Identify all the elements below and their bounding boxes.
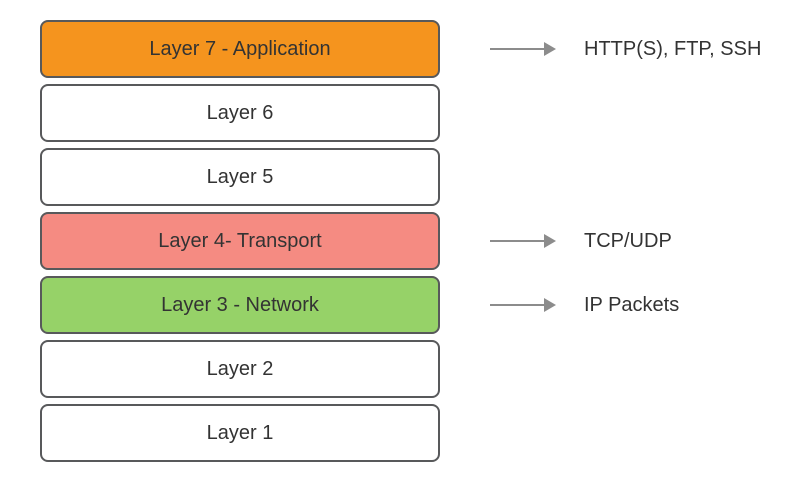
layer-7-application: Layer 7 - Application [40,20,440,78]
arrow-line [490,48,544,50]
annotation-label: HTTP(S), FTP, SSH [584,38,761,61]
arrow-icon [490,234,556,248]
annotation-layer-3: IP Packets [490,276,679,334]
layer-label: Layer 2 [207,358,274,381]
layer-label: Layer 7 - Application [149,38,330,61]
arrow-head [544,42,556,56]
layer-label: Layer 3 - Network [161,294,319,317]
annotation-layer-4: TCP/UDP [490,212,672,270]
annotation-layer-7: HTTP(S), FTP, SSH [490,20,761,78]
annotation-label: TCP/UDP [584,230,672,253]
layer-3-network: Layer 3 - Network [40,276,440,334]
layer-label: Layer 5 [207,166,274,189]
layer-stack: Layer 7 - Application Layer 6 Layer 5 La… [40,20,440,462]
arrow-icon [490,42,556,56]
arrow-line [490,240,544,242]
arrow-line [490,304,544,306]
arrow-icon [490,298,556,312]
layer-4-transport: Layer 4- Transport [40,212,440,270]
layer-1: Layer 1 [40,404,440,462]
layer-label: Layer 4- Transport [158,230,321,253]
osi-layer-diagram: Layer 7 - Application Layer 6 Layer 5 La… [40,20,440,462]
arrow-head [544,234,556,248]
annotation-label: IP Packets [584,294,679,317]
layer-label: Layer 1 [207,422,274,445]
layer-6: Layer 6 [40,84,440,142]
layer-2: Layer 2 [40,340,440,398]
arrow-head [544,298,556,312]
layer-label: Layer 6 [207,102,274,125]
layer-5: Layer 5 [40,148,440,206]
